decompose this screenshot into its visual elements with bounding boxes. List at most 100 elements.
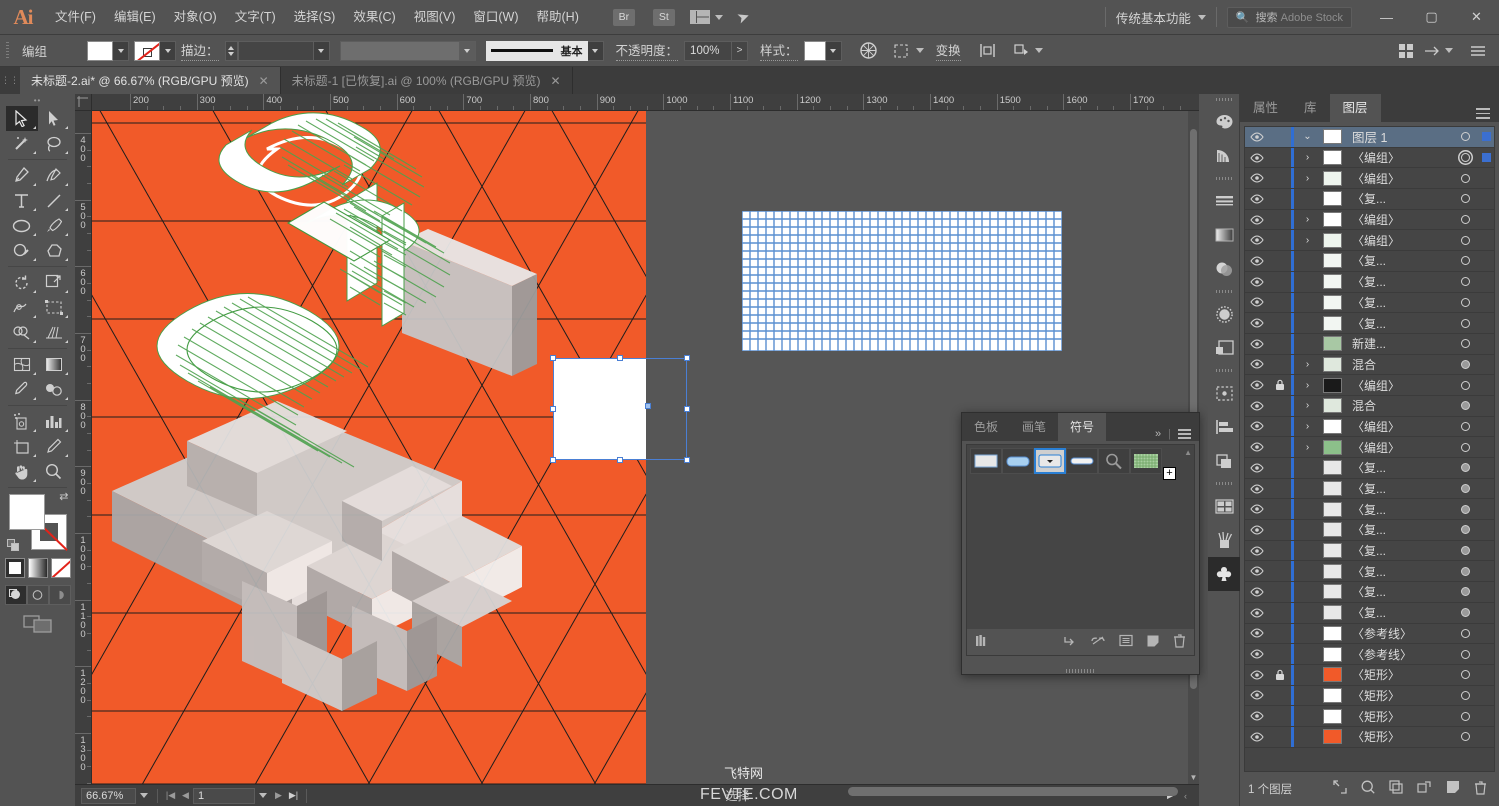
color-guide-icon[interactable] [1208,139,1240,173]
visibility-eye-icon[interactable] [1245,628,1268,638]
icon-dock-grip[interactable] [1208,94,1239,105]
layer-row[interactable]: 〈复... [1245,189,1494,210]
stroke-profile-dropdown[interactable] [459,40,476,61]
symbol-rectangle[interactable] [970,448,1002,474]
expand-chevron-icon[interactable]: › [1296,152,1319,163]
visibility-eye-icon[interactable] [1245,546,1268,556]
arrange-documents-button[interactable] [689,10,723,24]
selection-handle-tr[interactable] [684,355,690,361]
column-graph-tool[interactable] [38,409,70,434]
blend-tool[interactable] [38,377,70,402]
layer-name[interactable]: 混合 [1346,397,1452,414]
target-indicator[interactable] [1460,132,1470,142]
symbol-magnifier[interactable] [1098,448,1130,474]
visibility-eye-icon[interactable] [1245,132,1268,142]
stroke-panel-icon[interactable] [1208,184,1240,218]
target-indicator[interactable] [1460,608,1470,618]
visibility-eye-icon[interactable] [1245,152,1268,163]
create-new-sublayer-icon[interactable] [1389,780,1403,798]
target-indicator[interactable] [1460,194,1470,204]
symbols-panel-menu-icon[interactable] [1178,427,1191,442]
target-indicator[interactable] [1460,359,1470,369]
close-tab-icon[interactable]: ✕ [259,74,269,88]
target-indicator[interactable] [1460,215,1470,225]
layer-row[interactable]: 〈复... [1245,313,1494,334]
symbol-sprayer-tool[interactable] [6,409,38,434]
stroke-profile-field[interactable] [339,40,460,61]
target-indicator[interactable] [1460,401,1470,411]
screen-mode-button[interactable] [0,615,75,633]
tab-properties[interactable]: 属性 [1240,94,1291,122]
layer-row[interactable]: 〈复... [1245,561,1494,583]
transparency-panel-icon[interactable] [1208,252,1240,286]
free-transform-tool[interactable] [38,295,70,320]
lock-icon[interactable] [1268,379,1291,391]
symbol-libraries-icon[interactable] [975,634,991,650]
curvature-tool[interactable] [38,163,70,188]
pen-tool[interactable] [6,163,38,188]
symbols-panel[interactable]: 色板 画笔 符号 » | ▲ + [961,412,1200,675]
layer-row[interactable]: 〈矩形〉 [1245,685,1494,707]
layer-name[interactable]: 〈编组〉 [1346,377,1452,394]
zoom-level-field[interactable]: 66.67% [81,787,136,804]
none-mode-button[interactable] [50,558,71,578]
isolate-selected-icon[interactable] [1009,35,1035,67]
menu-4[interactable]: 选择(S) [285,0,345,35]
horizontal-scrollbar[interactable] [848,787,1178,796]
fill-color-swatch[interactable] [87,40,114,61]
layer-row[interactable]: › 〈编组〉 [1245,416,1494,438]
blue-grid-symbol[interactable] [741,210,1063,352]
paintbrush-tool[interactable] [38,213,70,238]
stroke-dropdown[interactable] [160,40,177,61]
stroke-weight-dropdown[interactable] [313,40,330,61]
zoom-dropdown[interactable] [136,788,152,804]
visibility-eye-icon[interactable] [1245,442,1268,452]
selection-handle-tc[interactable] [617,355,623,361]
select-similar-chevron-icon[interactable] [915,48,924,53]
symbol-button[interactable] [1002,448,1034,474]
target-indicator[interactable] [1460,711,1470,721]
layer-name[interactable]: 图层 1 [1346,127,1452,146]
shape-builder-tool[interactable] [6,320,38,345]
collapse-chevron-icon[interactable]: ⌄ [1296,131,1319,142]
workspace-switcher-label[interactable]: 传统基本功能 [1116,8,1198,27]
selection-tool[interactable] [5,106,38,131]
type-tool[interactable] [6,188,38,213]
draw-inside-button[interactable] [48,585,71,605]
layer-name[interactable]: 〈矩形〉 [1346,708,1452,725]
close-tab-icon[interactable]: ✕ [551,74,561,88]
tab-bar-grip[interactable]: ⋮⋮ [0,67,20,94]
opacity-flyout-button[interactable]: > [732,40,749,61]
visibility-eye-icon[interactable] [1245,339,1268,349]
target-indicator[interactable] [1460,339,1470,349]
visibility-eye-icon[interactable] [1245,401,1268,411]
bridge-badge[interactable]: Br [612,8,635,26]
opacity-mask-icon[interactable] [856,35,882,67]
expand-chevron-icon[interactable]: › [1296,380,1319,391]
color-panel-icon[interactable] [1208,105,1240,139]
target-indicator[interactable] [1460,504,1470,514]
visibility-eye-icon[interactable] [1245,318,1268,328]
minimize-button[interactable]: — [1364,0,1409,35]
layer-name[interactable]: 〈复... [1346,273,1452,290]
layer-row[interactable]: › 混合 [1245,354,1494,376]
expand-chevron-icon[interactable]: › [1296,173,1319,184]
layer-name[interactable]: 〈参考线〉 [1346,646,1452,663]
selection-handle-br[interactable] [684,457,690,463]
layer-name[interactable]: 〈复... [1346,604,1452,621]
artboards-panel-icon[interactable] [1208,489,1240,523]
next-artboard-button[interactable]: ▶ [271,788,286,804]
document-setup-icon[interactable] [1393,35,1419,67]
brush-definition-field[interactable]: 基本 [485,40,588,61]
expand-chevron-icon[interactable]: › [1296,400,1319,411]
layer-row[interactable]: › 混合 [1245,395,1494,417]
selection-handle-ml[interactable] [550,406,556,412]
target-indicator[interactable] [1460,256,1470,266]
target-indicator[interactable] [1460,670,1470,680]
visibility-eye-icon[interactable] [1245,670,1268,680]
scale-tool[interactable] [38,270,70,295]
break-link-icon[interactable] [1090,634,1106,650]
selection-handle-bl[interactable] [550,457,556,463]
layer-name[interactable]: 〈编组〉 [1346,232,1452,249]
target-indicator[interactable] [1460,690,1470,700]
